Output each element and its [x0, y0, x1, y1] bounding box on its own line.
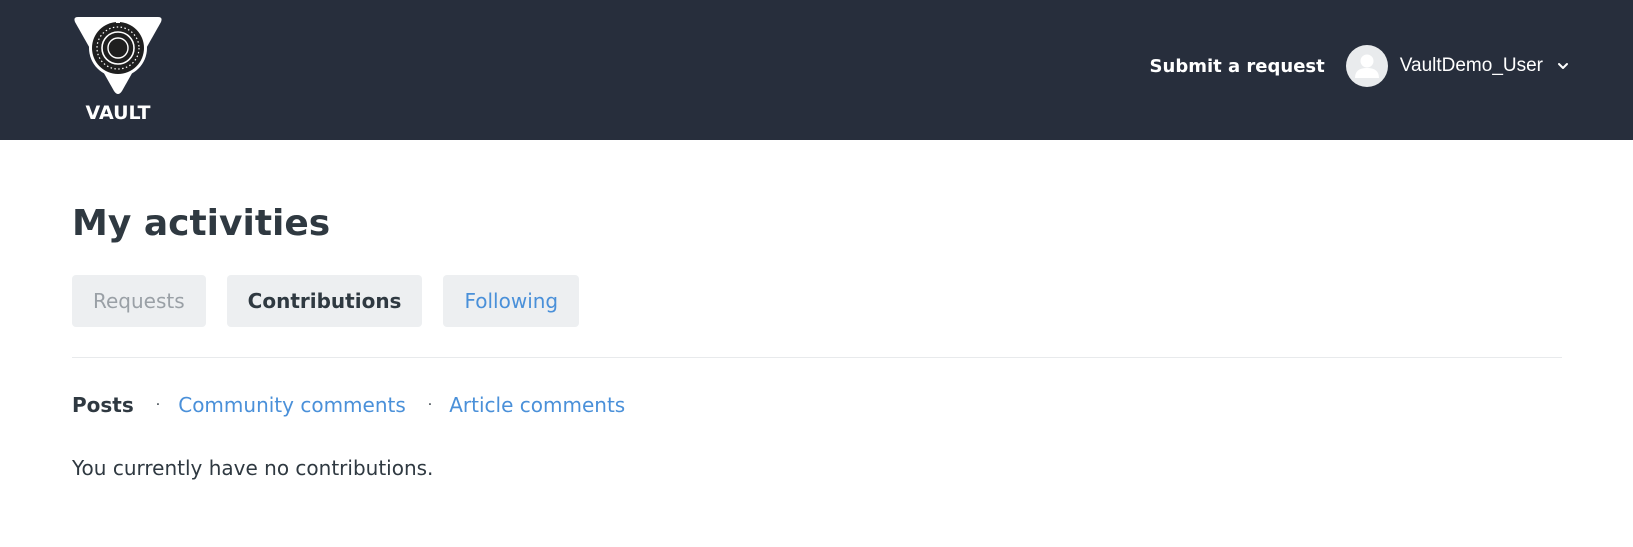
vault-safe-dial-icon: VAULT — [74, 17, 162, 123]
tab-requests[interactable]: Requests — [72, 275, 206, 327]
tab-contributions[interactable]: Contributions — [226, 275, 423, 327]
user-name: VaultDemo_User — [1399, 55, 1543, 76]
submit-request-link[interactable]: Submit a request — [1150, 56, 1325, 77]
subnav-community-comments[interactable]: Community comments — [178, 391, 406, 419]
page-title: My activities — [72, 203, 331, 244]
subnav-posts[interactable]: Posts — [72, 391, 134, 419]
user-avatar-icon — [1345, 45, 1388, 87]
contributions-subnav: Posts · Community comments · Article com… — [72, 391, 625, 419]
vault-logo[interactable]: VAULT — [72, 15, 164, 123]
activity-tabs: Requests Contributions Following — [72, 275, 600, 327]
user-menu-button[interactable]: VaultDemo_User — [1345, 45, 1569, 87]
header-nav: Submit a request VaultDemo_User — [1150, 44, 1569, 88]
empty-state-message: You currently have no contributions. — [72, 456, 434, 480]
subnav-article-comments[interactable]: Article comments — [449, 391, 625, 419]
subnav-separator: · — [155, 397, 161, 413]
logo-text: VAULT — [86, 102, 151, 123]
tab-following[interactable]: Following — [443, 275, 580, 327]
chevron-down-icon — [1557, 61, 1569, 71]
subnav-separator: · — [427, 397, 433, 413]
site-header: VAULT Submit a request VaultDemo_User — [0, 0, 1633, 140]
section-divider — [72, 357, 1562, 358]
